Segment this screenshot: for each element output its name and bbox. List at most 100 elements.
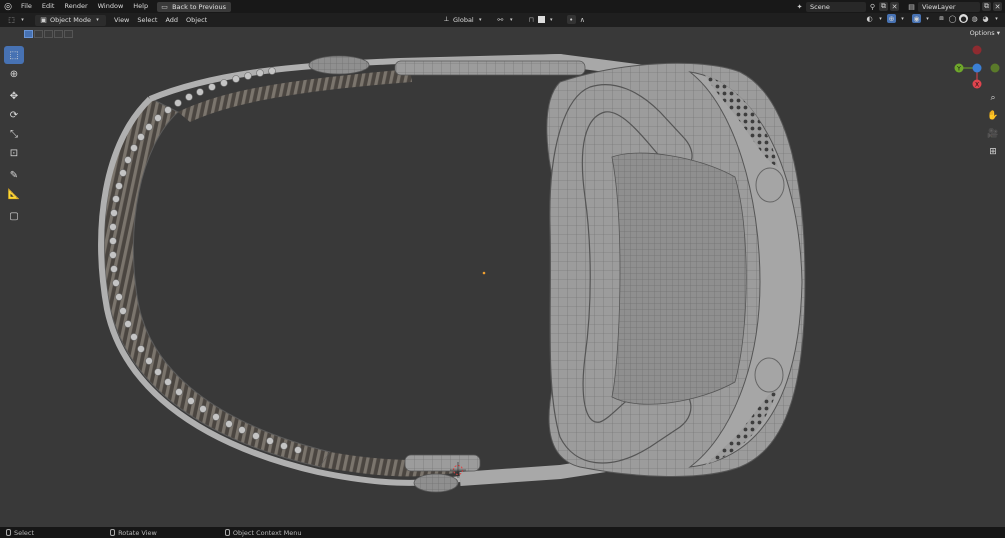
chevron-down-icon: ▾ bbox=[549, 16, 553, 23]
tool-shelf: ⬚ ⊕ ✥ ⟳ ⤡ ⊡ ✎ 📐 ▢ bbox=[4, 46, 25, 226]
snap-target-icon bbox=[537, 16, 545, 23]
cursor-icon[interactable]: ⊕ bbox=[4, 65, 24, 83]
navigation-gizmo[interactable]: Y X bbox=[951, 44, 1001, 94]
chevron-down-icon: ▾ bbox=[96, 17, 99, 23]
proportional-edit-icon: • bbox=[566, 15, 576, 24]
navigation-tools: ⌕ ✋ 🎥 ⊞ bbox=[986, 91, 1000, 159]
overlays-toggle-icon[interactable]: ◉ bbox=[912, 14, 921, 23]
select-invert-mode-icon[interactable] bbox=[54, 30, 63, 38]
select-extend-mode-icon[interactable] bbox=[34, 30, 43, 38]
mouse-middle-icon bbox=[110, 529, 116, 536]
object-mode-icon: ▣ bbox=[40, 16, 47, 24]
options-label: Options bbox=[969, 29, 995, 37]
chevron-down-icon: ▾ bbox=[21, 17, 24, 23]
proportional-edit-toggle[interactable]: • ∧ bbox=[563, 14, 591, 25]
status-rotate-label: Rotate View bbox=[118, 528, 157, 537]
snap-toggle[interactable]: ⊓ ▾ bbox=[523, 14, 560, 25]
selection-mode-buttons bbox=[24, 30, 73, 38]
screen-icon: ▭ bbox=[161, 2, 168, 11]
transform-orientation-label: Global bbox=[453, 15, 474, 24]
chevron-down-icon: ▾ bbox=[478, 16, 482, 23]
status-rotate-view: Rotate View bbox=[110, 529, 157, 537]
status-select-label: Select bbox=[14, 528, 35, 537]
new-scene-icon[interactable]: ⧉ bbox=[879, 2, 888, 11]
select-new-mode-icon[interactable] bbox=[24, 30, 33, 38]
scale-icon[interactable]: ⤡ bbox=[4, 125, 24, 143]
viewlayer-field[interactable]: ViewLayer bbox=[918, 1, 980, 12]
viewlayer-icon[interactable]: ▤ bbox=[907, 2, 916, 11]
visibility-icon[interactable]: ◐ bbox=[865, 14, 874, 23]
top-menubar: ◎ File Edit Render Window Help ▭ Back to… bbox=[0, 0, 1005, 13]
gizmo-toggle-icon[interactable]: ⊕ bbox=[887, 14, 896, 23]
back-to-previous-button[interactable]: ▭ Back to Previous bbox=[157, 1, 232, 12]
chevron-down-icon: ▾ bbox=[901, 15, 904, 22]
menu-add[interactable]: Add bbox=[161, 15, 182, 26]
viewport-editor-icon: ⬚ bbox=[8, 16, 15, 24]
solid-shading-icon[interactable]: ● bbox=[959, 14, 968, 23]
menu-window[interactable]: Window bbox=[93, 0, 129, 13]
menu-render[interactable]: Render bbox=[59, 0, 92, 13]
pan-hand-icon[interactable]: ✋ bbox=[986, 109, 1000, 123]
options-dropdown[interactable]: Options ▾ bbox=[970, 29, 1000, 37]
chevron-down-icon: ▾ bbox=[509, 16, 513, 23]
scene-icon[interactable]: ✦ bbox=[795, 2, 804, 11]
xray-toggle-icon[interactable]: ⧈ bbox=[937, 14, 946, 23]
menu-object[interactable]: Object bbox=[182, 15, 211, 26]
scene-field[interactable]: Scene bbox=[806, 1, 866, 12]
scene-name: Scene bbox=[810, 2, 830, 11]
chevron-down-icon: ▾ bbox=[996, 29, 1000, 37]
svg-text:X: X bbox=[975, 82, 979, 89]
top-buckle bbox=[308, 55, 370, 75]
headset-mesh-model bbox=[98, 53, 806, 493]
new-viewlayer-icon[interactable]: ⧉ bbox=[982, 2, 991, 11]
chevron-down-icon: ▾ bbox=[995, 15, 998, 22]
move-icon[interactable]: ✥ bbox=[4, 87, 24, 105]
rendered-shading-icon[interactable]: ◕ bbox=[981, 14, 990, 23]
blender-logo-icon[interactable]: ◎ bbox=[0, 0, 16, 13]
status-select: Select bbox=[6, 529, 34, 537]
menu-file[interactable]: File bbox=[16, 0, 37, 13]
falloff-icon: ∧ bbox=[579, 15, 585, 24]
pivot-dropdown[interactable]: ⚯ ▾ bbox=[492, 14, 520, 25]
select-intersect-mode-icon[interactable] bbox=[64, 30, 73, 38]
svg-text:Y: Y bbox=[956, 66, 961, 73]
status-bar: Select Rotate View Object Context Menu bbox=[0, 527, 1005, 538]
zoom-icon[interactable]: ⌕ bbox=[986, 91, 1000, 105]
add-cube-icon[interactable]: ▢ bbox=[4, 207, 24, 225]
grid-icon[interactable]: ⊞ bbox=[986, 145, 1000, 159]
3d-viewport[interactable]: ⬚ ⊕ ✥ ⟳ ⤡ ⊡ ✎ 📐 ▢ Options ▾ Y X ⌕ ✋ 🎥 ⊞ bbox=[0, 27, 1005, 527]
mouse-left-icon bbox=[6, 529, 11, 536]
orientation-icon: ⟂ bbox=[444, 15, 449, 23]
chevron-down-icon: ▾ bbox=[879, 15, 882, 22]
snap-icon: ⊓ bbox=[528, 15, 534, 24]
back-to-previous-label: Back to Previous bbox=[172, 2, 227, 11]
mode-selector[interactable]: ▣ Object Mode ▾ bbox=[35, 14, 106, 26]
menu-edit[interactable]: Edit bbox=[37, 0, 60, 13]
mode-label: Object Mode bbox=[50, 16, 91, 24]
camera-icon[interactable]: 🎥 bbox=[986, 127, 1000, 141]
delete-scene-icon[interactable]: ✕ bbox=[890, 2, 899, 11]
transform-icon[interactable]: ⊡ bbox=[4, 144, 24, 162]
chevron-down-icon: ▾ bbox=[926, 15, 929, 22]
menu-view[interactable]: View bbox=[110, 15, 133, 26]
mouse-right-icon bbox=[224, 529, 230, 536]
delete-viewlayer-icon[interactable]: ✕ bbox=[993, 2, 1002, 11]
status-context-label: Object Context Menu bbox=[232, 528, 302, 537]
bottom-buckle bbox=[413, 473, 459, 493]
object-origin bbox=[482, 271, 486, 275]
viewlayer-name: ViewLayer bbox=[922, 2, 956, 11]
material-shading-icon[interactable]: ◍ bbox=[970, 14, 979, 23]
select-subtract-mode-icon[interactable] bbox=[44, 30, 53, 38]
pivot-icon: ⚯ bbox=[497, 15, 504, 24]
menu-select[interactable]: Select bbox=[133, 15, 161, 26]
measure-icon[interactable]: 📐 bbox=[4, 185, 24, 203]
menu-help[interactable]: Help bbox=[128, 0, 153, 13]
viewport-header: ⬚ ▾ ▣ Object Mode ▾ View Select Add Obje… bbox=[0, 13, 1005, 27]
wireframe-shading-icon[interactable]: ◯ bbox=[948, 14, 957, 23]
select-box-icon[interactable]: ⬚ bbox=[4, 46, 24, 64]
pin-icon[interactable]: ⚲ bbox=[868, 2, 877, 11]
annotate-icon[interactable]: ✎ bbox=[4, 166, 24, 184]
editor-type-button[interactable]: ⬚ ▾ bbox=[3, 15, 31, 26]
transform-orientation-dropdown[interactable]: ⟂ Global ▾ bbox=[438, 14, 489, 25]
rotate-icon[interactable]: ⟳ bbox=[4, 106, 24, 124]
